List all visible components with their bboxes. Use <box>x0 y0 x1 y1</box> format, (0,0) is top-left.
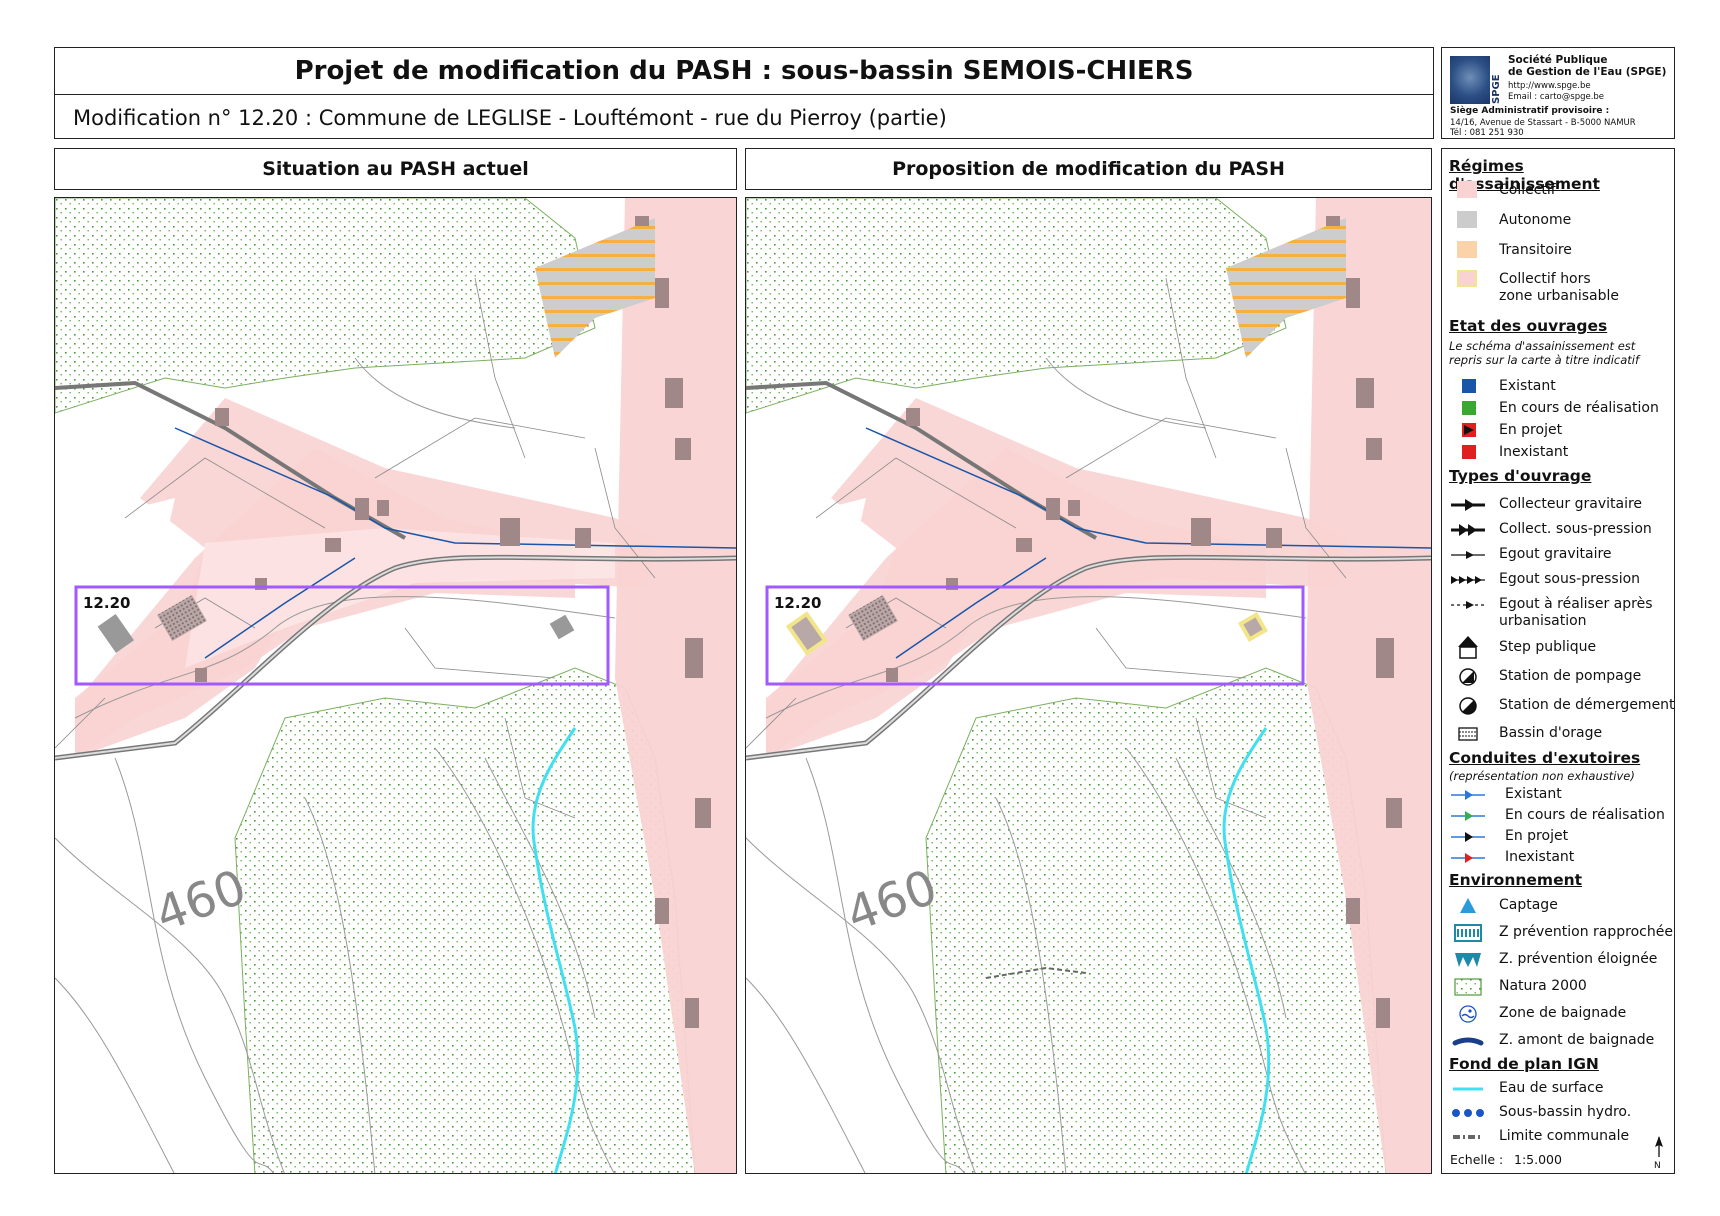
left-panel-title: Situation au PASH actuel <box>262 158 529 180</box>
legend-autonome: Autonome <box>1449 210 1671 232</box>
legend-etat-inexistant: Inexistant <box>1449 442 1671 464</box>
legend-etat-note2: repris sur la carte à titre indicatif <box>1449 353 1640 367</box>
zone-label-right: 12.20 <box>774 594 822 612</box>
legend-egout-futur: Egout à réaliser après urbanisation <box>1449 594 1671 630</box>
legend-station-pompage: Station de pompage <box>1449 666 1671 688</box>
org-phone: Tél : 081 251 930 <box>1450 128 1524 138</box>
treatment-plant-icon <box>1458 636 1478 659</box>
legend-captage: Captage <box>1449 895 1671 917</box>
legend-bassin-orage: Bassin d'orage <box>1449 723 1671 745</box>
org-line2: de Gestion de l'Eau (SPGE) <box>1508 66 1667 78</box>
legend-conduites-note: (représentation non exhaustive) <box>1449 769 1635 783</box>
legend-transitoire: Transitoire <box>1449 240 1671 262</box>
current-situation-map: 12.20 460 <box>54 197 737 1174</box>
pumping-station-icon <box>1459 668 1477 686</box>
legend-types-title: Types d'ouvrage <box>1449 467 1592 485</box>
legend-conduites-title: Conduites d'exutoires <box>1449 749 1641 767</box>
zone-label-left: 12.20 <box>83 594 131 612</box>
legend-conduite-inexistant: Inexistant <box>1449 847 1671 869</box>
title-panel: Projet de modification du PASH : sous-ba… <box>54 47 1434 139</box>
legend-fond-title: Fond de plan IGN <box>1449 1055 1599 1073</box>
north-label: N <box>1654 1161 1661 1171</box>
outlet-planned-icon <box>1451 832 1485 842</box>
legend-z-prevention-rapprochee: Z prévention rapprochée <box>1449 922 1673 944</box>
legend-step-publique: Step publique <box>1449 635 1671 661</box>
legend-etat-en-projet: En projet <box>1449 420 1671 442</box>
legend-eau-surface: Eau de surface <box>1449 1078 1671 1100</box>
outlet-nonexistent-icon <box>1451 853 1485 863</box>
outlet-existing-icon <box>1451 790 1485 800</box>
map-title: Projet de modification du PASH : sous-ba… <box>294 56 1194 86</box>
scale-value: 1:5.000 <box>1514 1152 1562 1167</box>
legend-collectif: Collectif <box>1449 180 1671 202</box>
legend-z-amont-baignade: Z. amont de baignade <box>1449 1030 1671 1052</box>
spge-brand: SPGE <box>1491 74 1502 104</box>
legend-natura-2000: Natura 2000 <box>1449 976 1671 998</box>
org-email: Email : carto@spge.be <box>1508 92 1605 102</box>
surface-water-icon <box>1453 1087 1483 1091</box>
legend-conduite-en-cours: En cours de réalisation <box>1449 805 1671 827</box>
legend-collectif-hors-zone: Collectif hors zone urbanisable <box>1449 269 1671 305</box>
close-prevention-zone-icon <box>1454 924 1482 942</box>
sub-basin-icon <box>1452 1109 1484 1117</box>
spge-logo-icon <box>1450 56 1490 104</box>
collector-gravity-icon <box>1451 499 1485 511</box>
sewer-future-icon <box>1451 601 1485 609</box>
storm-basin-icon <box>1458 727 1478 741</box>
proposed-modification-map: 12.20 460 <box>745 197 1432 1174</box>
legend-environnement-title: Environnement <box>1449 871 1583 889</box>
left-panel-header: Situation au PASH actuel <box>54 148 737 190</box>
legend-z-prevention-eloignee: Z. prévention éloignée <box>1449 949 1671 971</box>
legend-station-demergement: Station de démergement <box>1449 695 1675 717</box>
bathing-zone-icon <box>1459 1005 1477 1023</box>
map-subtitle: Modification n° 12.20 : Commune de LEGLI… <box>73 106 947 130</box>
org-office-title: Siège Administratif provisoire : <box>1450 106 1610 116</box>
project-arrow-icon <box>1464 425 1474 435</box>
water-catchment-icon <box>1460 898 1476 913</box>
sewer-pressure-icon <box>1451 576 1485 584</box>
far-prevention-zone-icon <box>1455 953 1481 967</box>
legend-conduite-en-projet: En projet <box>1449 826 1671 848</box>
collector-pressure-icon <box>1451 524 1485 536</box>
upstream-bathing-zone-icon <box>1452 1037 1484 1046</box>
sewer-gravity-icon <box>1451 551 1485 559</box>
legend-collecteur-gravitaire: Collecteur gravitaire <box>1449 494 1671 516</box>
natura-2000-icon <box>1454 978 1482 996</box>
legend-conduite-existant: Existant <box>1449 784 1671 806</box>
dewatering-station-icon <box>1459 697 1477 715</box>
legend-sous-bassin: Sous-bassin hydro. <box>1449 1102 1671 1124</box>
outlet-in-progress-icon <box>1451 811 1485 821</box>
map-legend: Régimes d'assainissement Collectif Auton… <box>1441 148 1675 1174</box>
legend-etat-title: Etat des ouvrages <box>1449 317 1608 335</box>
legend-etat-existant: Existant <box>1449 376 1671 398</box>
right-panel-title: Proposition de modification du PASH <box>892 158 1285 180</box>
legend-zone-baignade: Zone de baignade <box>1449 1003 1671 1025</box>
legend-etat-note1: Le schéma d'assainissement est <box>1449 339 1636 353</box>
org-line1: Société Publique <box>1508 54 1608 66</box>
right-panel-header: Proposition de modification du PASH <box>745 148 1432 190</box>
municipal-boundary-icon <box>1453 1135 1483 1139</box>
legend-egout-sous-pression: Egout sous-pression <box>1449 569 1671 591</box>
legend-collect-sous-pression: Collect. sous-pression <box>1449 519 1671 541</box>
scale-label: Echelle : <box>1450 1152 1504 1167</box>
spge-logo-block: SPGE Société Publique de Gestion de l'Ea… <box>1441 47 1675 139</box>
legend-limite-communale: Limite communale <box>1449 1126 1671 1148</box>
legend-etat-en-cours: En cours de réalisation <box>1449 398 1671 420</box>
legend-egout-gravitaire: Egout gravitaire <box>1449 544 1671 566</box>
